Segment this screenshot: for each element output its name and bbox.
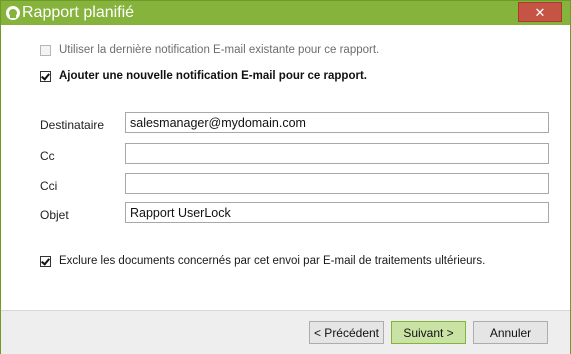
cc-field[interactable] <box>125 143 549 164</box>
subject-label: Objet <box>40 208 69 222</box>
recipient-label: Destinataire <box>40 118 105 132</box>
add-new-label[interactable]: Ajouter une nouvelle notification E-mail… <box>59 70 367 82</box>
use-existing-checkbox <box>40 44 51 56</box>
add-new-notification-option[interactable]: Ajouter une nouvelle notification E-mail… <box>40 70 367 82</box>
bcc-field[interactable] <box>125 173 549 194</box>
exclude-documents-option[interactable]: Exclure les documents concernés par cet … <box>40 255 485 267</box>
cancel-button[interactable]: Annuler <box>473 321 548 344</box>
title-bar: Rapport planifié ✕ <box>1 1 570 25</box>
recipient-field[interactable] <box>125 112 549 133</box>
exclude-checkbox[interactable] <box>40 255 51 267</box>
button-bar: < Précédent Suivant > Annuler <box>1 310 570 354</box>
use-existing-label: Utiliser la dernière notification E-mail… <box>59 44 380 56</box>
cc-label: Cc <box>40 149 55 163</box>
use-existing-notification-option: Utiliser la dernière notification E-mail… <box>40 44 379 56</box>
exclude-label[interactable]: Exclure les documents concernés par cet … <box>59 255 485 267</box>
next-button[interactable]: Suivant > <box>391 321 466 344</box>
dialog-window: Rapport planifié ✕ Utiliser la dernière … <box>0 0 571 354</box>
previous-button[interactable]: < Précédent <box>309 321 384 344</box>
bcc-label: Cci <box>40 179 58 193</box>
app-ring-icon <box>6 6 20 20</box>
close-button[interactable]: ✕ <box>518 2 562 22</box>
add-new-checkbox[interactable] <box>40 70 51 82</box>
subject-field[interactable] <box>125 202 549 223</box>
window-title: Rapport planifié <box>22 4 135 21</box>
close-icon: ✕ <box>534 4 546 20</box>
